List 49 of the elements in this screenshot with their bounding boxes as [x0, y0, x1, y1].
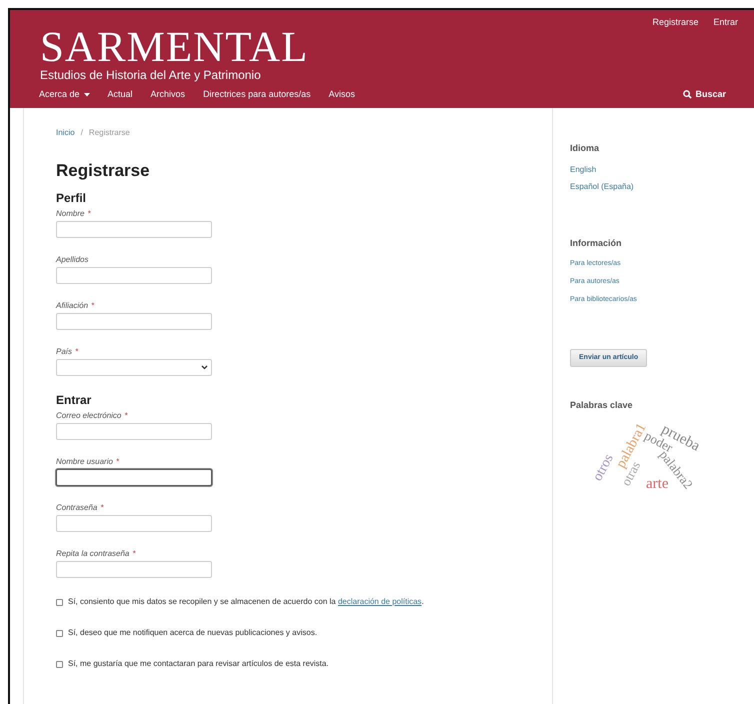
logo-title[interactable]: SARMENTAL	[40, 28, 308, 68]
field-label: Repita la contraseña	[56, 549, 130, 559]
field-label: Nombre	[56, 209, 84, 219]
nav-link[interactable]: Directrices para autores/as	[203, 88, 311, 102]
checkbox[interactable]	[56, 660, 63, 668]
nav-link[interactable]: Avisos	[328, 88, 355, 102]
consent-text: Sí, consiento que mis datos se recopilen y se almacenen de acuerdo con la declaración de políticas.	[68, 596, 424, 608]
section-heading: Perfil	[56, 191, 88, 205]
sidebar-heading: Palabras clave	[570, 399, 634, 412]
page-title: Registrarse	[56, 161, 151, 181]
field-label: Contraseña	[56, 503, 98, 513]
field-label: Correo electrónico	[56, 411, 122, 421]
sidebar-heading: Información	[570, 236, 623, 250]
keyword-link[interactable]: otros	[591, 452, 617, 484]
field-label: Nombre usuario	[56, 457, 113, 467]
header-link[interactable]: Entrar	[713, 16, 738, 30]
required-marker: *	[116, 457, 120, 467]
consent-text: Sí, deseo que me notifiquen acerca de nuevas publicaciones y avisos.	[68, 627, 318, 639]
language-link[interactable]: English	[570, 164, 754, 174]
required-marker: *	[100, 503, 104, 513]
nav-link[interactable]: Acerca de	[39, 88, 90, 102]
sidebar-heading: Idioma	[570, 142, 600, 155]
consent-text: Sí, me gustaría que me contactaran para revisar artículos de esta revista.	[68, 658, 329, 670]
required-marker: *	[75, 347, 78, 357]
field-label: Afiliación	[56, 301, 88, 311]
breadcrumb-link[interactable]: Inicio	[56, 127, 75, 139]
search-link[interactable]: Buscar	[683, 88, 726, 102]
nav-link[interactable]: Archivos	[150, 88, 186, 102]
caret-icon	[84, 92, 90, 97]
language-link[interactable]: Español (España)	[570, 182, 754, 192]
checkbox[interactable]	[56, 630, 63, 636]
required-marker: *	[132, 549, 136, 559]
required-marker: *	[91, 301, 94, 311]
search-icon	[683, 90, 692, 100]
chevron-down-icon	[201, 365, 208, 370]
header-link[interactable]: Registrarse	[652, 16, 698, 30]
select-field[interactable]	[56, 359, 212, 376]
input-field[interactable]	[56, 469, 212, 486]
field-label: Apellidos	[56, 255, 88, 265]
nav-link[interactable]: Actual	[108, 88, 133, 102]
field-label: País	[56, 347, 72, 357]
breadcrumb-separator: /	[80, 127, 83, 139]
policy-link[interactable]: declaración de políticas	[338, 597, 422, 606]
breadcrumb-current: Registrarse	[88, 127, 130, 139]
logo-subtitle: Estudios de Historia del Arte y Patrimonio	[40, 68, 262, 82]
section-heading: Entrar	[56, 393, 92, 407]
required-marker: *	[124, 411, 128, 421]
required-marker: *	[87, 209, 91, 219]
checkbox[interactable]	[56, 598, 63, 606]
